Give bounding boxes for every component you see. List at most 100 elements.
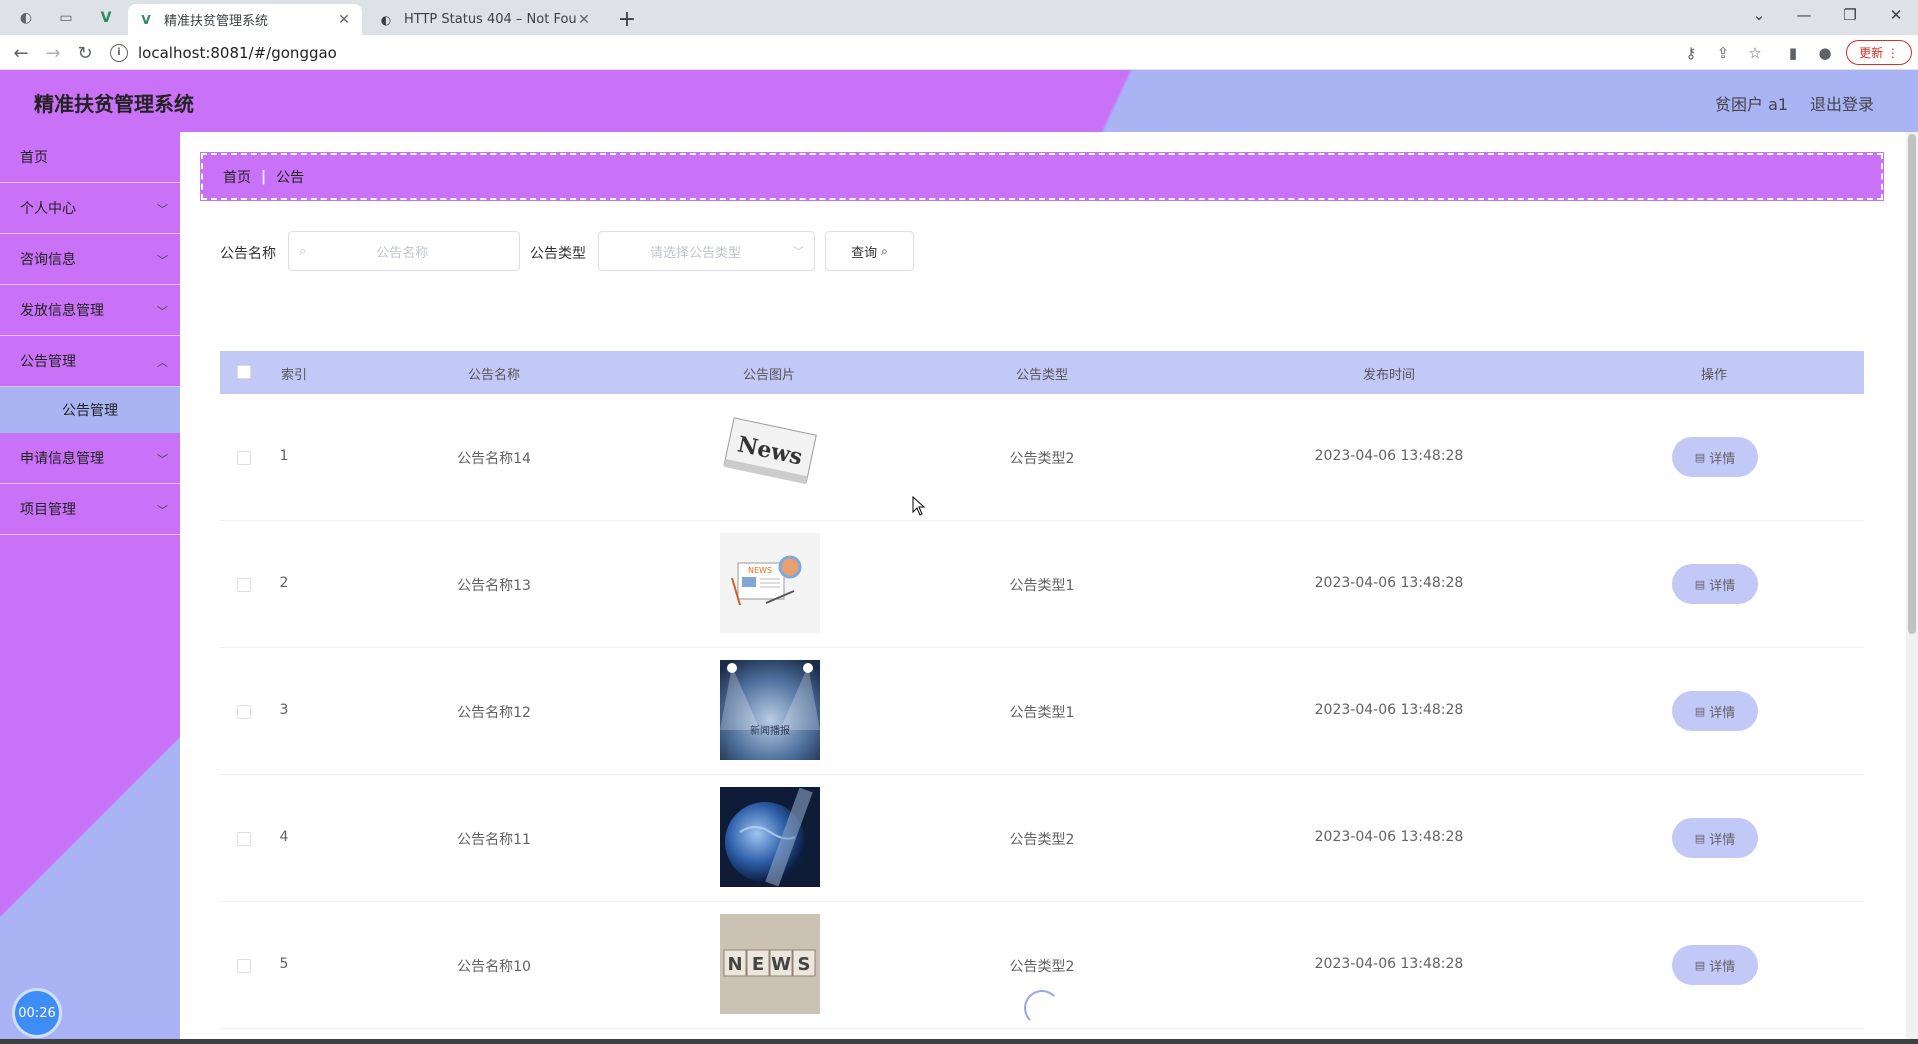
row-checkbox[interactable]	[237, 451, 251, 465]
minimize-button[interactable]: —	[1782, 0, 1826, 30]
user-name[interactable]: 贫困户 a1	[1715, 91, 1788, 115]
new-tab-button[interactable]: +	[614, 6, 640, 32]
blank-tab-icon[interactable]: ▭	[54, 6, 78, 30]
cell-name: 公告名称11	[457, 832, 531, 848]
chevron-down-icon: ﹀	[157, 305, 168, 318]
detail-label: 详情	[1709, 705, 1736, 721]
row-checkbox[interactable]	[237, 832, 251, 846]
close-window-button[interactable]: ✕	[1874, 0, 1918, 30]
document-icon: ▤	[1694, 704, 1706, 718]
cell-time: 2023-04-06 13:48:28	[1314, 702, 1464, 718]
notice-image[interactable]: N E W S	[720, 914, 820, 1014]
close-icon[interactable]: ✕	[336, 12, 352, 28]
thumbnail-text: W	[771, 954, 791, 975]
share-icon[interactable]: ⇪	[1711, 41, 1735, 65]
breadcrumb-home[interactable]: 首页	[223, 167, 251, 187]
vue-icon: V	[141, 12, 151, 27]
app-title: 精准扶贫管理系统	[34, 92, 194, 116]
breadcrumb: 首页 | 公告	[200, 152, 1884, 201]
cell-type: 公告类型1	[1009, 578, 1075, 594]
detail-label: 详情	[1709, 832, 1736, 848]
sidebar-item-notice[interactable]: 公告管理 ︿	[0, 336, 180, 387]
notice-image[interactable]: NEWS	[720, 533, 820, 633]
th-image: 公告图片	[742, 368, 796, 383]
query-button[interactable]: 查询 ⌕	[825, 231, 914, 271]
notice-image[interactable]: 新闻播报	[720, 660, 820, 760]
sidebar-item-home[interactable]: 首页	[0, 132, 180, 183]
close-icon[interactable]: ✕	[576, 12, 592, 28]
sidebar-item-personal[interactable]: 个人中心 ﹀	[0, 183, 180, 234]
notice-image[interactable]: News	[720, 406, 820, 506]
select-all-checkbox[interactable]	[237, 365, 251, 379]
globe-icon: ◐	[380, 12, 392, 27]
star-icon[interactable]: ☆	[1743, 41, 1767, 65]
page-scrollbar[interactable]	[1906, 132, 1918, 1040]
type-label: 公告类型	[530, 246, 586, 262]
back-icon[interactable]: ←	[7, 39, 35, 67]
cell-index: 1	[279, 448, 289, 464]
thumbnail-text: 新闻播报	[750, 724, 790, 737]
document-icon: ▤	[1694, 577, 1706, 591]
notice-image[interactable]	[720, 787, 820, 887]
sidebar-item-label: 项目管理	[20, 502, 76, 518]
row-checkbox[interactable]	[237, 578, 251, 592]
update-button[interactable]: 更新 ⋮	[1846, 40, 1912, 65]
row-checkbox[interactable]	[237, 959, 251, 973]
table-row: 2 公告名称13 NEWS 公告类型1 2023-04-06 13:48:28 …	[220, 521, 1864, 648]
detail-button[interactable]: ▤ 详情	[1675, 567, 1755, 601]
cell-type: 公告类型2	[1009, 451, 1075, 467]
type-select[interactable]: 请选择公告类型 ﹀	[598, 231, 815, 271]
update-label: 更新	[1859, 46, 1884, 60]
sidebar-subitem-notice[interactable]: 公告管理	[0, 387, 180, 433]
sidebar-item-distribution[interactable]: 发放信息管理 ﹀	[0, 285, 180, 336]
restore-button[interactable]: ❐	[1828, 0, 1872, 30]
th-name: 公告名称	[467, 368, 521, 383]
sidebar-item-application[interactable]: 申请信息管理 ﹀	[0, 433, 180, 484]
address-bar: ← → ↻ i localhost:8081/#/gonggao ⚷ ⇪ ☆ ▮…	[0, 35, 1918, 70]
vue-icon[interactable]: V	[94, 6, 118, 30]
globe-icon[interactable]: ◐	[14, 6, 38, 30]
tab-search-icon[interactable]: ⌄	[1737, 0, 1781, 30]
profile-icon[interactable]: ●	[1813, 41, 1837, 65]
detail-button[interactable]: ▤ 详情	[1675, 821, 1755, 855]
url-field[interactable]: i localhost:8081/#/gonggao	[110, 38, 1910, 67]
detail-button[interactable]: ▤ 详情	[1675, 694, 1755, 728]
key-icon[interactable]: ⚷	[1679, 41, 1703, 65]
forward-icon[interactable]: →	[39, 39, 67, 67]
detail-button[interactable]: ▤ 详情	[1675, 948, 1755, 982]
table-header: 索引 公告名称 公告图片 公告类型 发布时间 操作	[220, 351, 1864, 394]
sidebar: 首页 个人中心 ﹀ 咨询信息 ﹀ 发放信息管理 ﹀ 公告管理 ︿ 公告管理 申请…	[0, 132, 180, 1040]
sidebar-item-label: 首页	[20, 150, 48, 166]
cell-time: 2023-04-06 13:48:28	[1314, 829, 1464, 845]
table-row: 1 公告名称14 News 公告类型2 2023-04-06 13:48:28 …	[220, 394, 1864, 521]
detail-button[interactable]: ▤ 详情	[1675, 440, 1755, 474]
logout-link[interactable]: 退出登录	[1810, 91, 1874, 115]
mouse-cursor-icon	[912, 495, 926, 520]
detail-label: 详情	[1709, 451, 1736, 467]
thumbnail-text: N	[727, 954, 742, 975]
cell-time: 2023-04-06 13:48:28	[1314, 956, 1464, 972]
search-icon: ⌕	[299, 243, 307, 259]
name-search-input[interactable]: ⌕ 公告名称	[288, 231, 520, 271]
side-panel-icon[interactable]: ▮	[1781, 41, 1805, 65]
tab-title: HTTP Status 404 – Not Found	[404, 12, 576, 27]
name-label: 公告名称	[220, 246, 276, 262]
table-row: 4 公告名称11 公告类型2 2023-04-06 13:48:28 ▤ 详情	[220, 775, 1864, 902]
timer-badge[interactable]: 00:26	[12, 988, 62, 1038]
row-checkbox[interactable]	[237, 705, 251, 719]
sidebar-item-consult[interactable]: 咨询信息 ﹀	[0, 234, 180, 285]
tab-active[interactable]: V 精准扶贫管理系统 ✕	[128, 4, 362, 35]
search-icon: ⌕	[881, 243, 888, 258]
chevron-down-icon: ﹀	[157, 504, 168, 517]
type-placeholder: 请选择公告类型	[650, 245, 742, 261]
tab-404[interactable]: ◐ HTTP Status 404 – Not Found ✕	[368, 4, 602, 35]
cell-type: 公告类型1	[1009, 705, 1075, 721]
sidebar-item-project[interactable]: 项目管理 ﹀	[0, 484, 180, 535]
url-text: localhost:8081/#/gonggao	[138, 43, 337, 62]
th-type: 公告类型	[1015, 368, 1069, 383]
scrollbar-thumb[interactable]	[1908, 134, 1916, 634]
reload-icon[interactable]: ↻	[71, 39, 99, 67]
cell-type: 公告类型2	[1009, 832, 1075, 848]
info-icon[interactable]: i	[110, 43, 128, 62]
chevron-down-icon: ﹀	[157, 203, 168, 216]
